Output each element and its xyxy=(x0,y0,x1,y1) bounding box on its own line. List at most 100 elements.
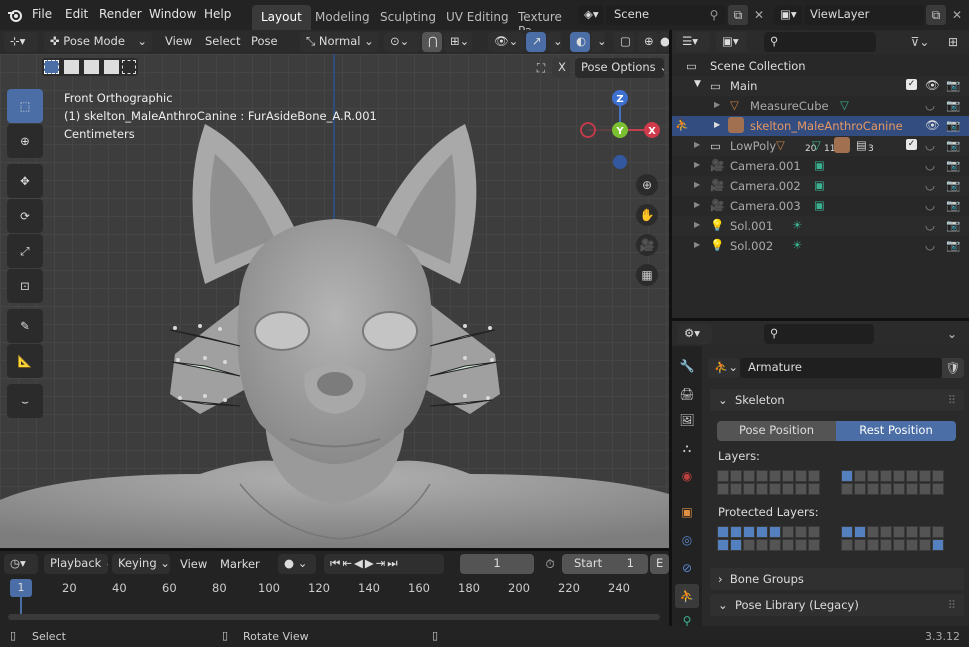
chevron-down-icon[interactable]: ⌄ xyxy=(942,324,962,344)
eye-icon[interactable]: 👁 xyxy=(925,78,940,92)
eye-closed-icon[interactable]: ◡ xyxy=(925,158,935,172)
eye-closed-icon[interactable]: ◡ xyxy=(925,138,935,152)
remove-scene-icon[interactable]: ✕ xyxy=(750,5,768,25)
layer-6[interactable] xyxy=(782,470,794,482)
wireframe-shading-icon[interactable]: ⊕ xyxy=(638,32,658,52)
x-mirror-icon[interactable]: ⛶ xyxy=(532,59,550,77)
layer-3[interactable] xyxy=(743,470,755,482)
eye-closed-icon[interactable]: ◡ xyxy=(925,198,935,212)
outliner-editor-type-icon[interactable]: ☰▾ xyxy=(676,32,710,52)
drag-handle-icon[interactable]: ⠿ xyxy=(948,598,956,612)
mode-selector[interactable]: ✜ Pose Mode ⌄ xyxy=(44,32,152,52)
layer-13[interactable] xyxy=(893,470,905,482)
annotate-tool[interactable]: ✎ xyxy=(7,309,43,343)
3d-viewport[interactable]: Front Orthographic (1) skelton_MaleAnthr… xyxy=(0,54,669,548)
layer-2[interactable] xyxy=(730,470,742,482)
expand-arrow-icon[interactable]: ▼ xyxy=(694,79,701,89)
layer-19[interactable] xyxy=(743,483,755,495)
properties-search-input[interactable]: ⚲ xyxy=(764,324,874,344)
tool-tab-icon[interactable]: 🔧 xyxy=(677,356,697,376)
eye-closed-icon[interactable]: ◡ xyxy=(925,178,935,192)
outliner-row-main[interactable]: ▼ ▭ Main ✓ 👁 📷 xyxy=(672,76,969,96)
camera-render-icon[interactable]: 📷 xyxy=(946,118,960,132)
expand-arrow-icon[interactable]: ▶ xyxy=(694,240,700,249)
output-tab-icon[interactable]: 🖼 xyxy=(677,410,697,430)
protected-layer-19[interactable] xyxy=(743,539,755,551)
new-scene-icon[interactable]: ⧉ xyxy=(728,5,748,25)
protected-layer-7[interactable] xyxy=(795,526,807,538)
camera-render-icon[interactable]: 📷 xyxy=(946,198,960,212)
protected-layer-15[interactable] xyxy=(919,526,931,538)
layer-30[interactable] xyxy=(906,483,918,495)
select-extend-icon[interactable] xyxy=(64,60,79,74)
expand-arrow-icon[interactable]: ▶ xyxy=(694,180,700,189)
snap-toggle-icon[interactable]: ⋂ xyxy=(422,32,442,52)
camera-render-icon[interactable]: 📷 xyxy=(946,78,960,92)
tab-sculpting[interactable]: Sculpting xyxy=(371,5,445,30)
constraints-tab-icon[interactable]: ⊘ xyxy=(677,558,697,578)
measure-tool[interactable]: 📐 xyxy=(7,344,43,378)
tab-modeling[interactable]: Modeling xyxy=(306,5,379,30)
physics-tab-icon[interactable]: ◎ xyxy=(677,530,697,550)
object-tab-icon[interactable]: ▣ xyxy=(677,502,697,522)
outliner-search-input[interactable]: ⚲ xyxy=(764,32,876,52)
protected-layer-3[interactable] xyxy=(743,526,755,538)
select-new-icon[interactable] xyxy=(44,60,59,74)
overlays-toggle-icon[interactable]: ◐ xyxy=(570,32,590,52)
zoom-icon[interactable]: ⊕ xyxy=(636,174,658,196)
expand-arrow-icon[interactable]: ▶ xyxy=(694,140,700,149)
pose-options-dropdown[interactable]: Pose Options ⌄ xyxy=(575,58,664,78)
outliner-row-skelton[interactable]: ⛹ ▶ skelton_MaleAnthroCanine 👁 📷 xyxy=(672,116,969,136)
editor-type-icon[interactable]: ⊹▾ xyxy=(4,32,38,52)
orientation-selector[interactable]: ⤡ Normal ⌄ xyxy=(300,32,378,52)
layer-9[interactable] xyxy=(841,470,853,482)
expand-arrow-icon[interactable]: ▶ xyxy=(714,120,720,129)
armature-data-tab-icon[interactable]: ⛹ xyxy=(675,584,699,608)
protected-layer-28[interactable] xyxy=(880,539,892,551)
tab-layout[interactable]: Layout xyxy=(252,5,311,30)
x-mirror-toggle[interactable]: X xyxy=(552,58,570,78)
pan-hand-icon[interactable]: ✋ xyxy=(636,204,658,226)
tab-uv-editing[interactable]: UV Editing xyxy=(437,5,518,30)
select-subtract-icon[interactable] xyxy=(84,60,99,74)
menu-edit[interactable]: Edit xyxy=(65,7,88,21)
layer-15[interactable] xyxy=(919,470,931,482)
layer-29[interactable] xyxy=(893,483,905,495)
expand-arrow-icon[interactable]: ▶ xyxy=(714,100,720,109)
protected-layer-5[interactable] xyxy=(769,526,781,538)
protected-layer-24[interactable] xyxy=(808,539,820,551)
eye-icon[interactable]: 👁 xyxy=(925,118,940,132)
layer-31[interactable] xyxy=(919,483,931,495)
drag-handle-icon[interactable]: ⠿ xyxy=(948,393,956,407)
layer-24[interactable] xyxy=(808,483,820,495)
camera-view-icon[interactable]: 🎥 xyxy=(636,234,658,256)
view-layer-field[interactable]: ViewLayer xyxy=(804,5,924,25)
menu-file[interactable]: File xyxy=(32,7,52,21)
protected-layer-23[interactable] xyxy=(795,539,807,551)
outliner-row-scene-collection[interactable]: ▭ Scene Collection xyxy=(672,56,969,76)
outliner-row-camera-002[interactable]: ▶ 🎥 Camera.002 ▣ ◡ 📷 xyxy=(672,176,969,196)
menu-select[interactable]: Select xyxy=(205,34,240,48)
scene-selector-icon[interactable]: ◈▾ xyxy=(578,5,604,25)
expand-arrow-icon[interactable]: ▶ xyxy=(694,220,700,229)
data-browse-icon[interactable]: ⛹⌄ xyxy=(708,358,740,378)
protected-layer-13[interactable] xyxy=(893,526,905,538)
cursor-tool[interactable]: ⊕ xyxy=(7,124,43,158)
protected-layer-26[interactable] xyxy=(854,539,866,551)
outliner-row-measurecube[interactable]: ▶ ▽ MeasureCube ▽ ◡ 📷 xyxy=(672,96,969,116)
rest-position-button[interactable]: Rest Position xyxy=(836,421,956,441)
layer-11[interactable] xyxy=(867,470,879,482)
protected-layer-25[interactable] xyxy=(841,539,853,551)
protected-layer-4[interactable] xyxy=(756,526,768,538)
end-frame-field[interactable]: E xyxy=(650,554,669,574)
layer-4[interactable] xyxy=(756,470,768,482)
protected-layer-12[interactable] xyxy=(880,526,892,538)
layer-1[interactable] xyxy=(717,470,729,482)
snap-target-button[interactable]: ⊞⌄ xyxy=(444,32,472,52)
outliner-row-sol-001[interactable]: ▶ 💡 Sol.001 ☀ ◡ 📷 xyxy=(672,216,969,236)
scene-tab-icon[interactable]: ⛬ xyxy=(677,438,697,458)
menu-window[interactable]: Window xyxy=(149,7,196,21)
pin-icon[interactable]: ⚲ xyxy=(706,7,722,23)
eye-closed-icon[interactable]: ◡ xyxy=(925,218,935,232)
bone-groups-panel-header[interactable]: › Bone Groups xyxy=(710,568,964,590)
